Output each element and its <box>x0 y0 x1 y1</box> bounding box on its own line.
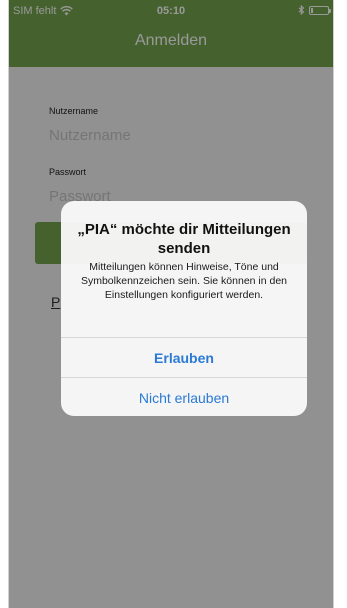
phone-screen: SIM fehlt 05:10 Anmelden Nutzername Nutz… <box>8 0 334 608</box>
alert-message: Mitteilungen können Hinweise, Töne und S… <box>80 261 288 301</box>
deny-button[interactable]: Nicht erlauben <box>61 377 307 416</box>
notification-permission-alert: „PIA“ möchte dir Mitteilungen senden Mit… <box>61 201 307 416</box>
alert-title: „PIA“ möchte dir Mitteilungen senden <box>77 221 291 257</box>
allow-button[interactable]: Erlauben <box>61 337 307 378</box>
